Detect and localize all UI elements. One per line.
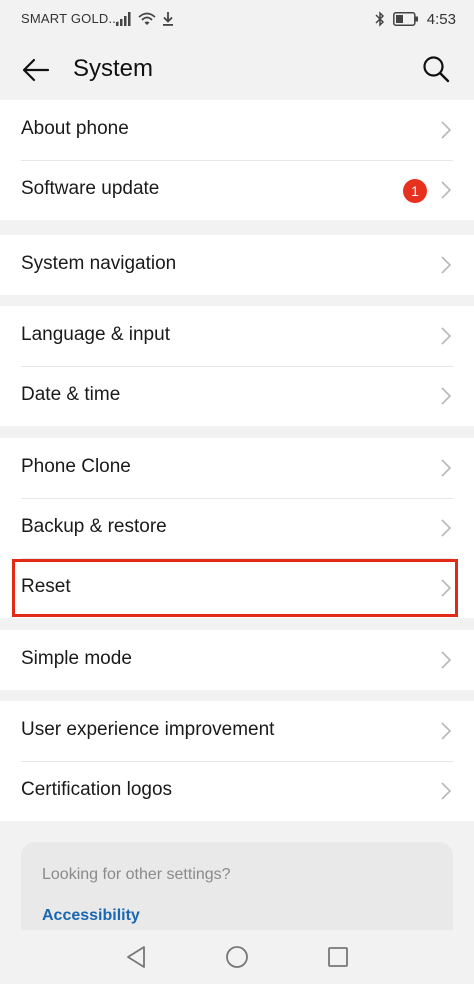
suggestions-title: Looking for other settings? — [42, 866, 231, 883]
suggestions-card: Looking for other settings? Accessibilit… — [21, 842, 453, 942]
chevron-right-icon — [441, 651, 452, 669]
chevron-right-icon — [441, 181, 452, 199]
wifi-icon — [138, 12, 156, 25]
settings-item-label: Phone Clone — [21, 456, 131, 477]
nav-recents-button[interactable] — [323, 942, 353, 972]
clock: 4:53 — [426, 10, 456, 28]
settings-item-label: Reset — [21, 576, 71, 597]
chevron-right-icon — [441, 722, 452, 740]
settings-item-simple-mode[interactable]: Simple mode — [0, 630, 474, 690]
search-icon — [423, 56, 450, 83]
download-icon — [163, 12, 173, 26]
nav-home-button[interactable] — [222, 942, 252, 972]
circle-home-icon — [226, 946, 248, 968]
chevron-right-icon — [441, 782, 452, 800]
square-recents-icon — [328, 947, 348, 967]
back-button[interactable] — [20, 54, 52, 86]
app-bar: System — [0, 38, 474, 100]
chevron-right-icon — [441, 256, 452, 274]
triangle-back-icon — [127, 946, 145, 968]
settings-item-certification-logos[interactable]: Certification logos — [0, 761, 474, 821]
settings-item-label: About phone — [21, 118, 129, 139]
settings-item-reset[interactable]: Reset — [0, 558, 474, 618]
settings-group-5: Simple mode — [0, 630, 474, 690]
settings-item-label: Language & input — [21, 324, 170, 345]
settings-group-4: Phone Clone Backup & restore Reset — [0, 438, 474, 618]
signal-icon — [116, 12, 131, 26]
settings-item-label: Certification logos — [21, 779, 173, 800]
notification-badge: 1 — [403, 179, 427, 203]
chevron-right-icon — [441, 327, 452, 345]
battery-icon — [392, 12, 418, 26]
carrier-name: SMART GOLD... — [21, 11, 120, 26]
settings-item-label: Simple mode — [21, 648, 132, 669]
system-nav-bar — [0, 930, 474, 984]
settings-item-system-navigation[interactable]: System navigation — [0, 235, 474, 295]
settings-item-date-time[interactable]: Date & time — [0, 366, 474, 426]
accessibility-link[interactable]: Accessibility — [42, 907, 140, 925]
settings-item-user-experience[interactable]: User experience improvement — [0, 701, 474, 761]
chevron-right-icon — [441, 579, 452, 597]
settings-item-backup-restore[interactable]: Backup & restore — [0, 498, 474, 558]
settings-item-language-input[interactable]: Language & input — [0, 306, 474, 366]
chevron-right-icon — [441, 459, 452, 477]
settings-group-1: About phone Software update 1 — [0, 100, 474, 220]
chevron-right-icon — [441, 519, 452, 537]
nav-back-button[interactable] — [121, 942, 151, 972]
settings-item-software-update[interactable]: Software update 1 — [0, 160, 474, 220]
settings-item-about-phone[interactable]: About phone — [0, 100, 474, 160]
settings-item-label: System navigation — [21, 253, 177, 274]
page-title: System — [73, 55, 154, 82]
settings-item-label: User experience improvement — [21, 719, 275, 740]
settings-group-6: User experience improvement Certificatio… — [0, 701, 474, 821]
chevron-right-icon — [441, 121, 452, 139]
settings-item-label: Backup & restore — [21, 516, 167, 537]
settings-item-label: Software update — [21, 178, 160, 199]
settings-item-phone-clone[interactable]: Phone Clone — [0, 438, 474, 498]
search-button[interactable] — [420, 53, 452, 85]
bluetooth-icon — [375, 11, 384, 27]
status-icons-left — [116, 10, 174, 28]
arrow-left-icon — [22, 58, 50, 82]
settings-group-2: System navigation — [0, 235, 474, 295]
status-icons-right: 4:53 — [375, 10, 456, 28]
status-bar: SMART GOLD... 4:53 — [0, 0, 474, 38]
settings-group-3: Language & input Date & time — [0, 306, 474, 426]
chevron-right-icon — [441, 387, 452, 405]
settings-item-label: Date & time — [21, 384, 121, 405]
